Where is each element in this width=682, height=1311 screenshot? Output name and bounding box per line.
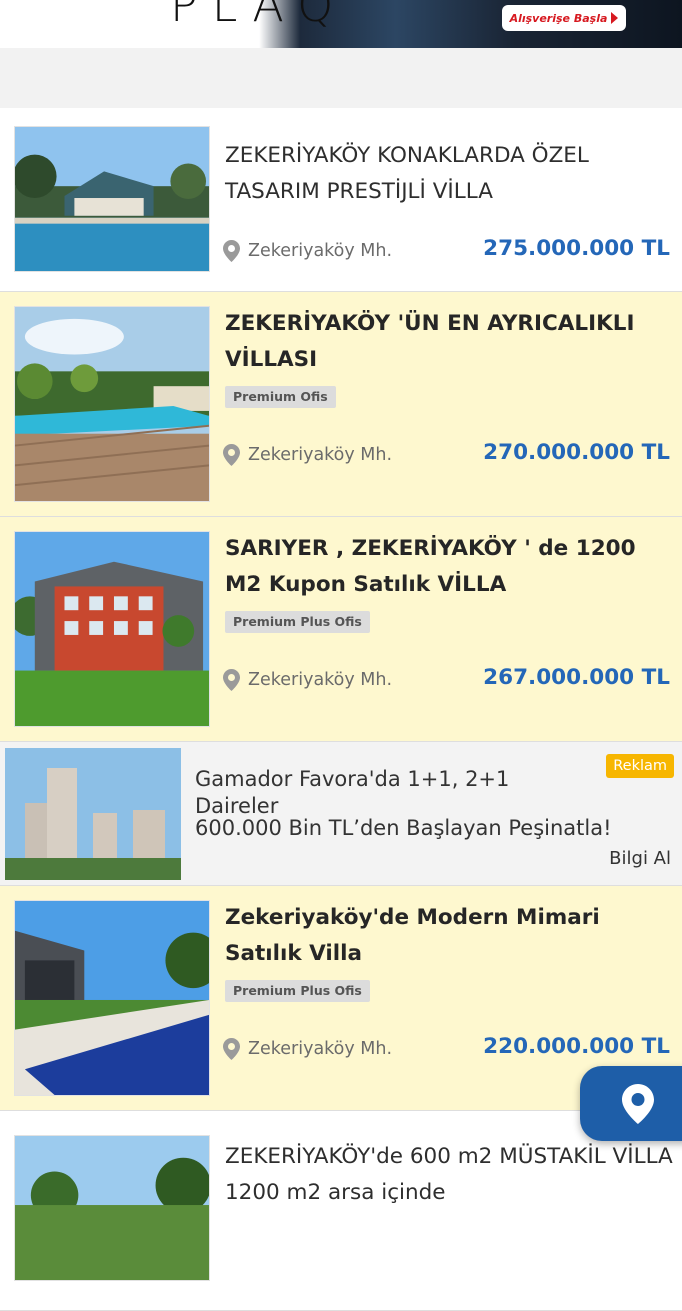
ad-photo[interactable]	[5, 748, 181, 880]
play-arrow-icon	[611, 12, 619, 24]
location-pin-icon	[223, 444, 240, 466]
listing-photo[interactable]	[14, 900, 210, 1096]
location-text: Zekeriyaköy Mh.	[248, 445, 393, 465]
location-pin-icon	[223, 240, 240, 262]
location-pin-icon	[223, 1038, 240, 1060]
listing-item[interactable]: ZEKERİYAKÖY KONAKLARDA ÖZEL TASARIM PRES…	[0, 108, 682, 292]
listing-photo[interactable]	[14, 1135, 210, 1281]
banner-logo: PLAQ	[170, 0, 348, 32]
premium-badge: Premium Ofis	[225, 386, 336, 408]
listing-photo[interactable]	[14, 126, 210, 272]
listing-title[interactable]: Zekeriyaköy'de Modern Mimari Satılık Vil…	[225, 900, 675, 972]
location-text: Zekeriyaköy Mh.	[248, 241, 393, 261]
ad-title[interactable]: Gamador Favora'da 1+1, 2+1 Daireler	[195, 766, 595, 820]
listing-title[interactable]: ZEKERİYAKÖY'de 600 m2 MÜSTAKİL VİLLA 120…	[225, 1139, 675, 1211]
spacer	[0, 48, 682, 108]
location-text: Zekeriyaköy Mh.	[248, 670, 393, 690]
listing-price: 275.000.000 TL	[483, 236, 670, 261]
ad-subtitle: 600.000 Bin TL’den Başlayan Peşinatla!	[195, 816, 612, 840]
listing-item[interactable]: ZEKERİYAKÖY'de 600 m2 MÜSTAKİL VİLLA 120…	[0, 1111, 682, 1311]
listing-location: Zekeriyaköy Mh.	[223, 1038, 392, 1060]
listing-location: Zekeriyaköy Mh.	[223, 669, 392, 691]
location-pin-icon	[223, 669, 240, 691]
listing-list: ZEKERİYAKÖY KONAKLARDA ÖZEL TASARIM PRES…	[0, 108, 682, 1311]
premium-badge: Premium Plus Ofis	[225, 611, 370, 633]
banner-cta-label: Alışverişe Başla	[509, 11, 608, 25]
listing-item[interactable]: ZEKERİYAKÖY 'ÜN EN AYRICALIKLI VİLLASI P…	[0, 292, 682, 517]
listing-item[interactable]: Zekeriyaköy'de Modern Mimari Satılık Vil…	[0, 886, 682, 1111]
listing-location: Zekeriyaköy Mh.	[223, 444, 392, 466]
listing-location: Zekeriyaköy Mh.	[223, 240, 392, 262]
listing-photo[interactable]	[14, 531, 210, 727]
listing-title[interactable]: ZEKERİYAKÖY KONAKLARDA ÖZEL TASARIM PRES…	[225, 138, 675, 210]
ad-tag: Reklam	[606, 754, 674, 778]
listing-price: 267.000.000 TL	[483, 665, 670, 690]
listing-photo[interactable]	[14, 306, 210, 502]
map-pin-icon	[622, 1083, 654, 1124]
listing-title[interactable]: ZEKERİYAKÖY 'ÜN EN AYRICALIKLI VİLLASI	[225, 306, 675, 378]
listing-price: 270.000.000 TL	[483, 440, 670, 465]
listing-item[interactable]: SARIYER , ZEKERİYAKÖY ' de 1200 M2 Kupon…	[0, 517, 682, 742]
ad-info-link[interactable]: Bilgi Al	[609, 848, 671, 869]
listing-title[interactable]: SARIYER , ZEKERİYAKÖY ' de 1200 M2 Kupon…	[225, 531, 675, 603]
listing-price: 220.000.000 TL	[483, 1034, 670, 1059]
banner-cta-button[interactable]: Alışverişe Başla	[502, 5, 626, 31]
sponsored-ad[interactable]: Reklam Gamador Favora'da 1+1, 2+1 Dairel…	[0, 742, 682, 886]
location-text: Zekeriyaköy Mh.	[248, 1039, 393, 1059]
premium-badge: Premium Plus Ofis	[225, 980, 370, 1002]
top-banner-ad[interactable]: PLAQ Alışverişe Başla	[0, 0, 682, 48]
map-view-button[interactable]	[580, 1066, 682, 1141]
